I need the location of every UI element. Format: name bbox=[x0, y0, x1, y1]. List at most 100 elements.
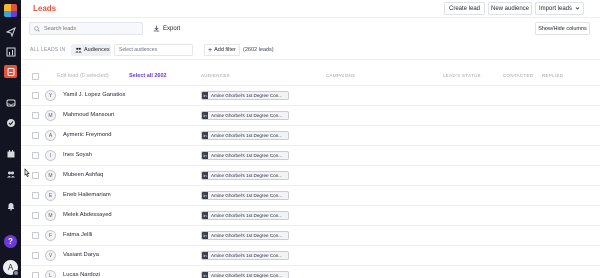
audience-tag[interactable]: in Amine Ghorbel's 1st Degree Con... bbox=[201, 111, 289, 120]
lead-name[interactable]: Lucas Nardozi bbox=[63, 272, 100, 278]
table-row[interactable]: F Fatma Jellli in Amine Ghorbel's 1st Deg… bbox=[21, 226, 600, 246]
check-circle-icon[interactable] bbox=[0, 115, 21, 131]
row-checkbox[interactable] bbox=[32, 92, 39, 99]
export-button[interactable]: Export bbox=[150, 22, 184, 35]
audience-tag[interactable]: in Amine Ghorbel's 1st Degree Con... bbox=[201, 251, 289, 260]
linkedin-icon: in bbox=[202, 192, 208, 199]
audience-tag[interactable]: in Amine Ghorbel's 1st Degree Con... bbox=[201, 131, 289, 140]
audience-tag-label: Amine Ghorbel's 1st Degree Con... bbox=[211, 233, 283, 238]
lead-name[interactable]: Mubeen Ashfaq bbox=[63, 172, 103, 178]
calendar-icon[interactable] bbox=[0, 146, 21, 162]
row-checkbox[interactable] bbox=[32, 232, 39, 239]
audience-tag-label: Amine Ghorbel's 1st Degree Con... bbox=[211, 93, 283, 98]
audience-tag-label: Amine Ghorbel's 1st Degree Con... bbox=[211, 173, 283, 178]
app-logo[interactable] bbox=[4, 4, 17, 17]
row-checkbox[interactable] bbox=[32, 192, 39, 199]
inbox-icon[interactable] bbox=[0, 95, 21, 111]
table-row[interactable]: I Ines Soyah in Amine Ghorbel's 1st Degre… bbox=[21, 146, 600, 166]
table-row[interactable]: M Mubeen Ashfaq in Amine Ghorbel's 1st De… bbox=[21, 166, 600, 186]
selected-count: (0 selected) bbox=[79, 73, 109, 79]
lead-name[interactable]: Vasiant Darya bbox=[63, 252, 99, 258]
search-input[interactable] bbox=[44, 25, 139, 32]
audience-tag-label: Amine Ghorbel's 1st Degree Con... bbox=[211, 193, 283, 198]
audiences-toggle[interactable]: Audiences bbox=[71, 44, 111, 56]
lead-name[interactable]: Aymeric Freymond bbox=[63, 132, 112, 138]
column-header-replied: REPLIED bbox=[542, 73, 564, 78]
edit-lead-label: Edit lead bbox=[57, 73, 79, 79]
settings-badge-icon[interactable] bbox=[13, 270, 19, 276]
mouse-cursor-icon bbox=[24, 168, 30, 177]
column-header-audiences: AUDIENCES bbox=[201, 73, 230, 78]
avatar: A bbox=[45, 130, 56, 141]
add-filter-button[interactable]: + Add filter bbox=[204, 44, 240, 56]
lead-name[interactable]: Mahmoud Mansouri bbox=[63, 112, 114, 118]
column-header-contacted: CONTACTED bbox=[503, 73, 534, 78]
avatar: Y bbox=[45, 90, 56, 101]
table-row[interactable]: M Mahmoud Mansouri in Amine Ghorbel's 1st… bbox=[21, 106, 600, 126]
row-checkbox[interactable] bbox=[32, 132, 39, 139]
team-icon[interactable] bbox=[0, 166, 21, 182]
lead-name[interactable]: Eneb Haliemariam bbox=[63, 192, 111, 198]
table-row[interactable]: Y Yamil J. Lopez Ganatios in Amine Ghorbe… bbox=[21, 86, 600, 106]
bar-chart-icon[interactable] bbox=[0, 44, 21, 60]
audience-tag[interactable]: in Amine Ghorbel's 1st Degree Con... bbox=[201, 151, 289, 160]
table-row[interactable]: A Aymeric Freymond in Amine Ghorbel's 1st… bbox=[21, 126, 600, 146]
linkedin-icon: in bbox=[202, 132, 208, 139]
linkedin-icon: in bbox=[202, 92, 208, 99]
audience-tag-label: Amine Ghorbel's 1st Degree Con... bbox=[211, 113, 283, 118]
table-row[interactable]: M Melek Abdessayed in Amine Ghorbel's 1st… bbox=[21, 206, 600, 226]
row-checkbox[interactable] bbox=[32, 152, 39, 159]
audience-tag[interactable]: in Amine Ghorbel's 1st Degree Con... bbox=[201, 231, 289, 240]
lead-name[interactable]: Ines Soyah bbox=[63, 152, 92, 158]
column-header-status: LEAD'S STATUS bbox=[443, 73, 481, 78]
table-row[interactable]: L Lucas Nardozi in Amine Ghorbel's 1st De… bbox=[21, 266, 600, 278]
avatar: F bbox=[45, 230, 56, 241]
row-checkbox[interactable] bbox=[32, 252, 39, 259]
search-icon bbox=[34, 25, 40, 32]
audience-tag-label: Amine Ghorbel's 1st Degree Con... bbox=[211, 213, 283, 218]
lead-name[interactable]: Yamil J. Lopez Ganatios bbox=[63, 92, 125, 98]
show-hide-columns-button[interactable]: Show/Hide columns bbox=[535, 22, 590, 35]
avatar: I bbox=[45, 150, 56, 161]
lead-name[interactable]: Fatma Jellli bbox=[63, 232, 92, 238]
audience-tag[interactable]: in Amine Ghorbel's 1st Degree Con... bbox=[201, 91, 289, 100]
audience-tag[interactable]: in Amine Ghorbel's 1st Degree Con... bbox=[201, 271, 289, 278]
send-icon[interactable] bbox=[0, 24, 21, 40]
import-leads-button[interactable]: Import leads bbox=[535, 2, 584, 15]
edit-lead-button[interactable]: Edit lead (0 selected) bbox=[57, 73, 109, 79]
avatar: E bbox=[45, 190, 56, 201]
select-all-checkbox[interactable] bbox=[32, 73, 39, 80]
select-audiences-dropdown[interactable]: Select audiences bbox=[114, 44, 193, 56]
table-row[interactable]: V Vasiant Darya in Amine Ghorbel's 1st De… bbox=[21, 246, 600, 266]
chevron-down-icon bbox=[575, 7, 580, 10]
all-leads-in-label: ALL LEADS IN bbox=[30, 47, 66, 53]
row-checkbox[interactable] bbox=[32, 212, 39, 219]
new-audience-button[interactable]: New audience bbox=[488, 2, 532, 15]
lead-name[interactable]: Melek Abdessayed bbox=[63, 212, 112, 218]
row-checkbox[interactable] bbox=[32, 112, 39, 119]
audience-tag[interactable]: in Amine Ghorbel's 1st Degree Con... bbox=[201, 171, 289, 180]
help-button[interactable]: ? bbox=[4, 235, 17, 248]
audience-tag-label: Amine Ghorbel's 1st Degree Con... bbox=[211, 133, 283, 138]
select-all-link[interactable]: Select all 2602 bbox=[129, 73, 167, 79]
column-header-campaigns: CAMPAIGNS bbox=[326, 73, 356, 78]
audience-tag[interactable]: in Amine Ghorbel's 1st Degree Con... bbox=[201, 191, 289, 200]
leads-icon[interactable] bbox=[0, 64, 21, 80]
linkedin-icon: in bbox=[202, 152, 208, 159]
lead-count: (2602 leads) bbox=[243, 47, 274, 53]
linkedin-icon: in bbox=[202, 232, 208, 239]
bell-icon[interactable] bbox=[0, 198, 21, 214]
import-leads-label: Import leads bbox=[538, 5, 572, 12]
create-lead-button[interactable]: Create lead bbox=[444, 2, 485, 15]
avatar: M bbox=[45, 210, 56, 221]
row-checkbox[interactable] bbox=[32, 272, 39, 278]
row-checkbox[interactable] bbox=[32, 172, 39, 179]
table-row[interactable]: E Eneb Haliemariam in Amine Ghorbel's 1st… bbox=[21, 186, 600, 206]
linkedin-icon: in bbox=[202, 172, 208, 179]
linkedin-icon: in bbox=[202, 272, 208, 278]
linkedin-icon: in bbox=[202, 212, 208, 219]
search-box[interactable] bbox=[29, 22, 143, 35]
audience-tag-label: Amine Ghorbel's 1st Degree Con... bbox=[211, 153, 283, 158]
audience-tag[interactable]: in Amine Ghorbel's 1st Degree Con... bbox=[201, 211, 289, 220]
linkedin-icon: in bbox=[202, 112, 208, 119]
